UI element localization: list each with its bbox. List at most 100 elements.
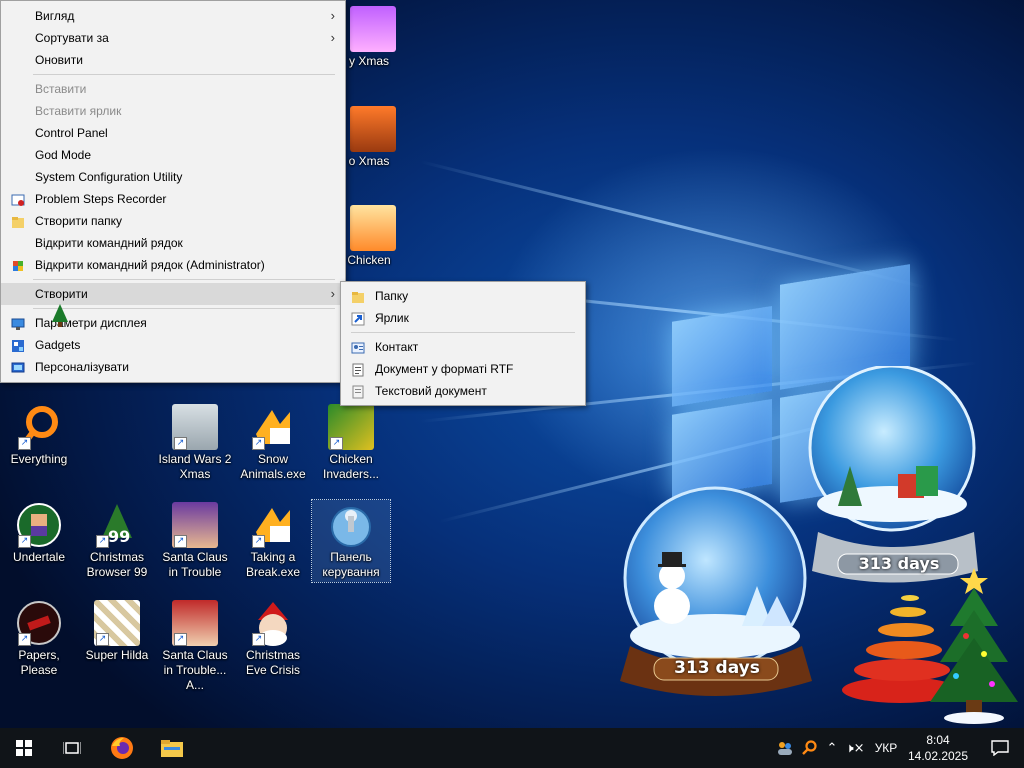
menu-item-paste-shortcut[interactable]: Вставити ярлик <box>1 100 345 122</box>
tree-cursor-icon <box>52 304 68 328</box>
desktop-icon-christmas-browser[interactable]: 99 ↗ Christmas Browser 99 <box>78 502 156 580</box>
start-button[interactable] <box>0 728 48 768</box>
menu-item-paste[interactable]: Вставити <box>1 78 345 100</box>
new-submenu: Папку Ярлик Контакт Документ у форматі R… <box>340 281 586 406</box>
desktop-icon-santa-claus-2[interactable]: ↗ Santa Claus in Trouble... A... <box>156 600 234 693</box>
tray-overflow-button[interactable]: ⌃ <box>822 728 842 768</box>
desktop-icon-island-wars[interactable]: ↗ Island Wars 2 Xmas <box>156 404 234 482</box>
submenu-item-shortcut[interactable]: Ярлик <box>341 307 585 329</box>
menu-item-open-command-prompt[interactable]: Відкрити командний рядок <box>1 232 345 254</box>
shortcut-arrow-icon: ↗ <box>252 437 265 450</box>
clock-date: 14.02.2025 <box>907 749 969 763</box>
chevron-right-icon: › <box>330 8 335 23</box>
shortcut-arrow-icon: ↗ <box>96 535 109 548</box>
volume-muted-icon: 🕨× <box>845 740 865 756</box>
santa-claus-icon: ↗ <box>172 600 218 646</box>
shortcut-icon <box>351 311 365 326</box>
shortcut-arrow-icon: ↗ <box>18 535 31 548</box>
tray-everything-button[interactable] <box>798 728 820 768</box>
everything-search-icon <box>802 740 817 755</box>
tray-volume-button[interactable]: 🕨× <box>844 728 866 768</box>
menu-item-personalize[interactable]: Персоналізувати <box>1 356 345 378</box>
desktop-icon-snow-animals[interactable]: ↗ Snow Animals.exe <box>234 404 312 482</box>
chicken-invaders-icon: ↗ <box>328 404 374 450</box>
desktop-icon-control-panel[interactable]: Панель керування <box>311 499 391 583</box>
christmas-tree <box>926 566 1022 728</box>
snowglobe-right: 313 days <box>798 364 998 586</box>
menu-item-new[interactable]: Створити › <box>1 283 345 305</box>
papers-please-icon: ↗ <box>16 600 62 646</box>
rtf-document-icon <box>351 362 365 377</box>
menu-separator <box>33 308 335 309</box>
desktop-icon-super-hilda[interactable]: ↗ Super Hilda <box>78 600 156 663</box>
desktop[interactable]: 313 days 313 days y Xmas o Xmas Chicken … <box>0 0 1024 728</box>
menu-separator <box>351 332 575 333</box>
menu-item-gadgets[interactable]: Gadgets <box>1 334 345 356</box>
shortcut-arrow-icon: ↗ <box>18 633 31 646</box>
chevron-up-icon: ⌃ <box>826 740 838 756</box>
bear-game-icon <box>350 106 396 152</box>
chevron-right-icon: › <box>330 30 335 45</box>
action-center-button[interactable] <box>976 728 1024 768</box>
submenu-item-text-document[interactable]: Текстовий документ <box>341 380 585 402</box>
menu-item-create-folder[interactable]: Створити папку <box>1 210 345 232</box>
menu-item-sort-by[interactable]: Сортувати за › <box>1 27 345 49</box>
menu-item-god-mode[interactable]: God Mode <box>1 144 345 166</box>
firefox-taskbar-button[interactable] <box>98 728 146 768</box>
shortcut-arrow-icon: ↗ <box>252 535 265 548</box>
submenu-item-folder[interactable]: Папку <box>341 285 585 307</box>
text-document-icon <box>351 384 365 399</box>
desktop-icon-everything[interactable]: ↗ Everything <box>0 404 78 467</box>
tray-people-button[interactable] <box>774 728 796 768</box>
desktop-icon-chicken-invaders[interactable]: ↗ Chicken Invaders... <box>312 404 390 482</box>
taskbar: ⌃ 🕨× УКР 8:04 14.02.2025 <box>0 728 1024 768</box>
svg-text:99: 99 <box>108 527 130 546</box>
desktop-icon-christmas-eve-crisis[interactable]: ↗ Christmas Eve Crisis <box>234 600 312 678</box>
christmas-browser-icon: 99 ↗ <box>94 502 140 548</box>
menu-item-problem-steps-recorder[interactable]: Problem Steps Recorder <box>1 188 345 210</box>
desktop-icon-undertale[interactable]: ↗ Undertale <box>0 502 78 565</box>
menu-item-control-panel[interactable]: Control Panel <box>1 122 345 144</box>
desktop-icon-santa-claus[interactable]: ↗ Santa Claus in Trouble <box>156 502 234 580</box>
taking-a-break-icon: ↗ <box>250 502 296 548</box>
tray-clock[interactable]: 8:04 14.02.2025 <box>906 728 970 768</box>
undertale-icon: ↗ <box>16 502 62 548</box>
file-explorer-taskbar-button[interactable] <box>148 728 196 768</box>
menu-separator <box>33 74 335 75</box>
firefox-icon <box>111 737 133 759</box>
contact-icon <box>351 340 365 354</box>
menu-item-view[interactable]: Вигляд › <box>1 5 345 27</box>
island-wars-icon: ↗ <box>172 404 218 450</box>
menu-item-system-configuration[interactable]: System Configuration Utility <box>1 166 345 188</box>
file-explorer-icon <box>161 740 183 757</box>
shield-icon <box>11 258 25 272</box>
shortcut-arrow-icon: ↗ <box>96 633 109 646</box>
super-hilda-icon: ↗ <box>94 600 140 646</box>
menu-item-open-command-prompt-admin[interactable]: Відкрити командний рядок (Administrator) <box>1 254 345 276</box>
people-icon <box>778 742 792 755</box>
control-panel-icon <box>328 502 374 548</box>
everything-search-icon: ↗ <box>16 404 62 450</box>
task-view-icon <box>63 742 81 754</box>
task-view-button[interactable] <box>48 728 96 768</box>
snowglobe-left-label: 313 days <box>674 658 760 678</box>
snow-animals-icon: ↗ <box>250 404 296 450</box>
display-icon <box>11 316 25 330</box>
snowglobe-left: 313 days <box>612 486 822 701</box>
shortcut-arrow-icon: ↗ <box>252 633 265 646</box>
submenu-item-rtf-document[interactable]: Документ у форматі RTF <box>341 358 585 380</box>
chevron-right-icon: › <box>330 286 335 301</box>
shortcut-arrow-icon: ↗ <box>174 633 187 646</box>
desktop-icon-taking-a-break[interactable]: ↗ Taking a Break.exe <box>234 502 312 580</box>
shortcut-arrow-icon: ↗ <box>174 535 187 548</box>
menu-separator <box>33 279 335 280</box>
tray-language-button[interactable]: УКР <box>868 728 904 768</box>
notification-icon <box>991 740 1009 756</box>
shortcut-arrow-icon: ↗ <box>18 437 31 450</box>
folder-icon <box>351 289 365 303</box>
shortcut-arrow-icon: ↗ <box>174 437 187 450</box>
menu-item-refresh[interactable]: Оновити <box>1 49 345 71</box>
windows-start-icon <box>16 740 32 756</box>
submenu-item-contact[interactable]: Контакт <box>341 336 585 358</box>
desktop-icon-papers-please[interactable]: ↗ Papers, Please <box>0 600 78 678</box>
